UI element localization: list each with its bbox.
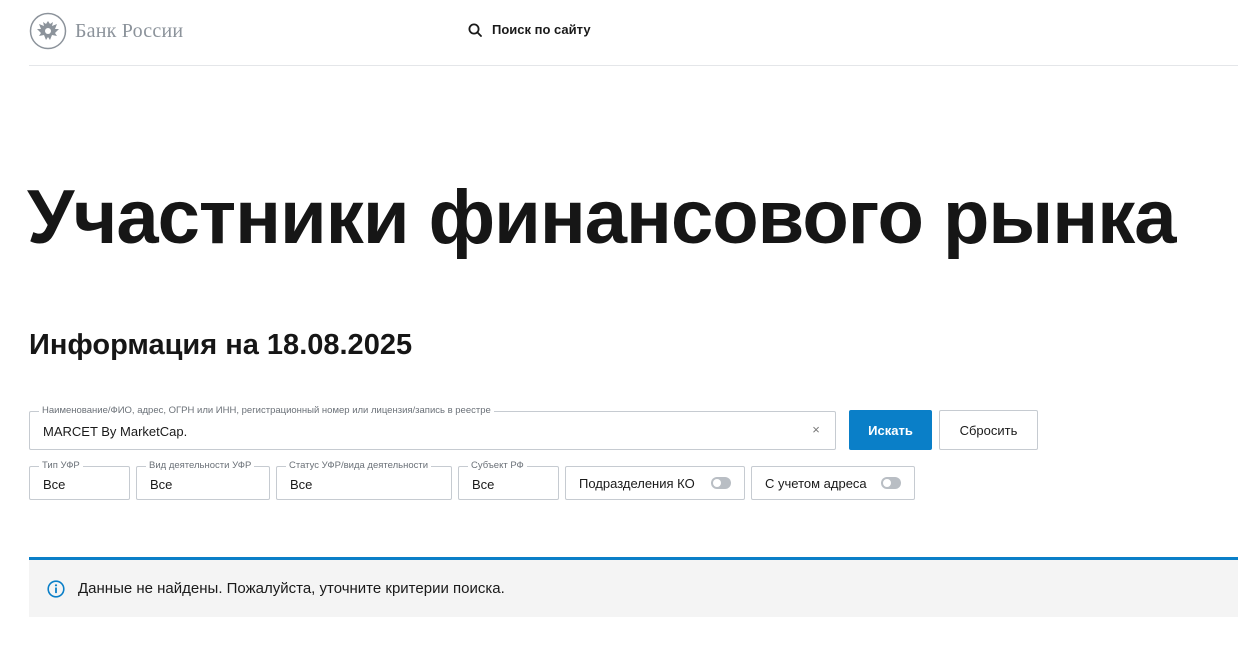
bank-logo[interactable]: Банк России <box>29 12 183 50</box>
filter-value: Все <box>472 477 495 492</box>
close-icon[interactable]: × <box>809 423 823 437</box>
filter-value: Все <box>150 477 173 492</box>
logo-text: Банк России <box>75 19 184 42</box>
filter-label: Вид деятельности УФР <box>146 460 255 472</box>
search-button[interactable]: Искать <box>849 410 932 450</box>
toggle-switch[interactable] <box>711 477 731 489</box>
toggle-address[interactable]: С учетом адреса <box>751 466 915 500</box>
toggle-switch[interactable] <box>881 477 901 489</box>
site-search-label: Поиск по сайту <box>492 22 591 37</box>
reset-button[interactable]: Сбросить <box>939 410 1038 450</box>
info-date-heading: Информация на 18.08.2025 <box>29 329 413 361</box>
toggle-ko-branches[interactable]: Подразделения КО <box>565 466 745 500</box>
search-input[interactable]: Наименование/ФИО, адрес, ОГРН или ИНН, р… <box>29 405 836 450</box>
alert-message: Данные не найдены. Пожалуйста, уточните … <box>78 580 505 597</box>
double-headed-eagle-icon <box>29 12 67 50</box>
site-search-link[interactable]: Поиск по сайту <box>468 22 591 37</box>
page-title: Участники финансового рынка <box>27 175 1177 260</box>
filter-label: Статус УФР/вида деятельности <box>286 460 432 472</box>
filter-status[interactable]: Статус УФР/вида деятельности Все <box>276 460 452 500</box>
toggle-label: С учетом адреса <box>765 475 867 491</box>
filter-label: Субъект РФ <box>468 460 527 472</box>
filter-region[interactable]: Субъект РФ Все <box>458 460 559 500</box>
site-header: Банк России Поиск по сайту <box>29 0 1238 66</box>
filter-label: Тип УФР <box>39 460 83 472</box>
filter-activity-type[interactable]: Вид деятельности УФР Все <box>136 460 270 500</box>
search-input-label: Наименование/ФИО, адрес, ОГРН или ИНН, р… <box>39 405 494 417</box>
filter-ufr-type[interactable]: Тип УФР Все <box>29 460 130 500</box>
search-input-value: MARCET By MarketCap. <box>43 424 188 439</box>
toggle-label: Подразделения КО <box>579 475 695 491</box>
info-icon <box>47 579 65 598</box>
filter-value: Все <box>43 477 66 492</box>
filter-value: Все <box>290 477 313 492</box>
search-icon <box>468 23 482 37</box>
no-results-alert: Данные не найдены. Пожалуйста, уточните … <box>29 557 1238 617</box>
